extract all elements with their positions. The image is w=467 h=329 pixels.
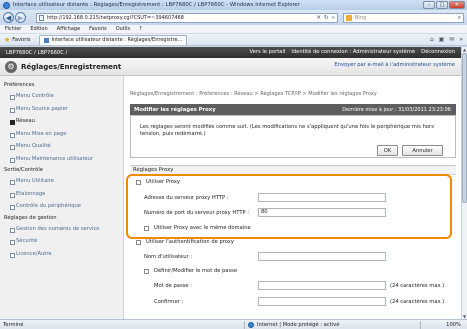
status-text: Terminé (3, 322, 24, 328)
address-bar[interactable]: http://192.168.0.215/netproxy.cgi?CSUT=~… (36, 13, 338, 23)
back-button[interactable]: ◀ (3, 12, 14, 23)
menu-edition[interactable]: Edition (30, 26, 47, 32)
tab-label: Interface utilisateur distante : Réglage… (51, 37, 183, 43)
sidebar-section-sortie-controle: Sortie/Contrôle (4, 167, 43, 173)
maximize-button[interactable]: □ (436, 1, 448, 9)
breadcrumb: Réglages/Enregistrement : Préférences : … (130, 91, 377, 97)
gear-icon: ⚙ (5, 60, 17, 73)
last-update: Dernière mise à jour : 31/03/2011 23:23:… (342, 107, 451, 113)
more-commands-icon[interactable]: » (459, 36, 463, 43)
portal-link[interactable]: Vers le portail (250, 49, 286, 55)
bing-icon (346, 15, 352, 21)
sidebar-item-licence[interactable]: Licence/Autre (0, 248, 123, 261)
vertical-scrollbar[interactable]: ▲ ▼ (461, 47, 467, 319)
menu-help[interactable]: ? (139, 26, 142, 32)
zoom-level[interactable]: 100% (446, 322, 461, 328)
menu-affichage[interactable]: Affichage (57, 26, 81, 32)
stop-icon[interactable]: ✕ (316, 15, 321, 21)
sidebar-item-numeros-service[interactable]: Gestion des numéros de service (0, 223, 123, 236)
page-title: Réglages/Enregistrement (21, 62, 122, 71)
sidebar-item-qualite[interactable]: Menu Qualité (0, 140, 123, 153)
username-label: Nom d'utilisateur : (144, 254, 193, 260)
window-controls: – □ ✕ (423, 1, 465, 9)
username-field[interactable] (258, 252, 386, 261)
panel-header: Modifier les réglages Proxy Dernière mis… (130, 104, 456, 115)
status-divider (420, 321, 421, 329)
cancel-button[interactable]: Annuler (402, 145, 443, 156)
proxy-auth-label: Utiliser l'authentification de proxy (146, 239, 234, 245)
status-divider (244, 321, 245, 329)
email-admin-link[interactable]: Envoyer par e-mail à l'administrateur sy… (334, 62, 455, 68)
confirm-label: Confirmer : (154, 299, 184, 305)
globe-icon (248, 322, 254, 328)
window-title: Interface utilisateur distante : Réglage… (13, 2, 300, 8)
printer-model: LBP7680C / LBP7660C / (6, 49, 68, 56)
info-box: Les réglages seront modifiés comme suit.… (130, 115, 456, 158)
refresh-icon[interactable]: ↻ (324, 15, 329, 21)
sidebar-item-controle-peripherique[interactable]: Contrôle du périphérique (0, 200, 123, 213)
ok-button[interactable]: OK (377, 145, 398, 156)
logout-link[interactable]: Déconnexion (421, 49, 455, 55)
favorites-bar: ★ Favoris Interface utilisateur distante… (0, 34, 467, 46)
security-zone[interactable]: Internet | Mode protégé : activé (248, 322, 339, 328)
menu-outils[interactable]: Outils (116, 26, 130, 32)
menu-favoris[interactable]: Favoris (89, 26, 107, 32)
sidebar-item-menu-controle[interactable]: Menu Contrôle (0, 90, 123, 103)
menu-fichier[interactable]: Fichier (5, 26, 21, 32)
favorites-label: Favoris (12, 36, 31, 43)
close-window-button[interactable]: ✕ (449, 1, 465, 9)
printer-bar: LBP7680C / LBP7660C / Vers le portail Id… (0, 47, 461, 58)
more-icon[interactable]: » (332, 15, 335, 21)
favorites-button[interactable]: ★ Favoris (4, 36, 31, 44)
mail-icon[interactable]: ✉ (449, 36, 454, 43)
panel-title: Modifier les réglages Proxy (134, 106, 216, 113)
zone-text: Internet | Mode protégé : activé (257, 322, 340, 328)
set-password-label: Définir/Modifier le mot de passe (154, 268, 238, 274)
info-text: Les réglages seront modifiés comme suit.… (140, 124, 434, 137)
sidebar-section-preferences: Préférences (4, 82, 35, 88)
password-label: Mot de passe : (154, 283, 192, 289)
search-placeholder[interactable]: Bing (355, 15, 366, 21)
menu-bar: Fichier Edition Affichage Favoris Outils… (0, 25, 467, 34)
set-password-checkbox[interactable] (144, 269, 149, 274)
sidebar-item-mise-en-page[interactable]: Menu Mise en page (0, 128, 123, 141)
scrollbar-thumb[interactable] (462, 53, 467, 203)
search-box[interactable]: Bing ⌕ (343, 13, 464, 23)
login-identity: Identité de connexion : Administrateur s… (291, 49, 416, 55)
internet-explorer-icon (3, 1, 10, 9)
feeds-icon[interactable]: ▣ (439, 36, 445, 43)
sidebar-section-gestion: Réglages de gestion (4, 214, 57, 221)
status-bar: Terminé Internet | Mode protégé : activé… (0, 319, 467, 329)
password-hint: (24 caractères max.) (390, 283, 445, 289)
sidebar-item-utilitaire[interactable]: Menu Utilitaire (0, 175, 123, 188)
confirm-password-field[interactable] (258, 297, 386, 306)
minimize-button[interactable]: – (423, 1, 435, 9)
proxy-auth-checkbox[interactable] (136, 240, 141, 245)
sidebar-item-securite[interactable]: Sécurité (0, 235, 123, 248)
star-icon: ★ (4, 35, 11, 44)
confirm-hint: (24 caractères max.) (390, 299, 445, 305)
command-bar: ⌂ ▣ ✉ » (430, 36, 463, 43)
forward-button[interactable]: ▶ (15, 12, 26, 23)
navigation-bar: ◀ ▶ http://192.168.0.215/netproxy.cgi?CS… (0, 10, 467, 25)
address-tools: ✕ ↻ » (316, 15, 335, 21)
page-icon (39, 15, 44, 21)
home-icon[interactable]: ⌂ (430, 36, 434, 43)
browser-tab[interactable]: Interface utilisateur distante : Réglage… (38, 34, 188, 45)
search-icon[interactable]: ⌕ (458, 14, 461, 22)
password-field[interactable] (258, 281, 386, 290)
sidebar-item-reseau[interactable]: Réseau (0, 115, 123, 128)
url-text[interactable]: http://192.168.0.215/netproxy.cgi?CSUT=~… (47, 15, 184, 21)
tab-page-icon (43, 37, 49, 43)
sidebar: Préférences Menu Contrôle Menu Source pa… (0, 76, 124, 319)
page-header: ⚙ Réglages/Enregistrement Envoyer par e-… (0, 58, 461, 76)
highlight-frame (126, 174, 452, 239)
window-title-bar: Interface utilisateur distante : Réglage… (0, 0, 467, 10)
scroll-up-icon[interactable]: ▲ (462, 47, 467, 52)
sidebar-item-etalonnage[interactable]: Etalonnage (0, 188, 123, 201)
sidebar-item-source-papier[interactable]: Menu Source papier (0, 103, 123, 116)
sidebar-item-maintenance[interactable]: Menu Maintenance utilisateur (0, 153, 123, 166)
